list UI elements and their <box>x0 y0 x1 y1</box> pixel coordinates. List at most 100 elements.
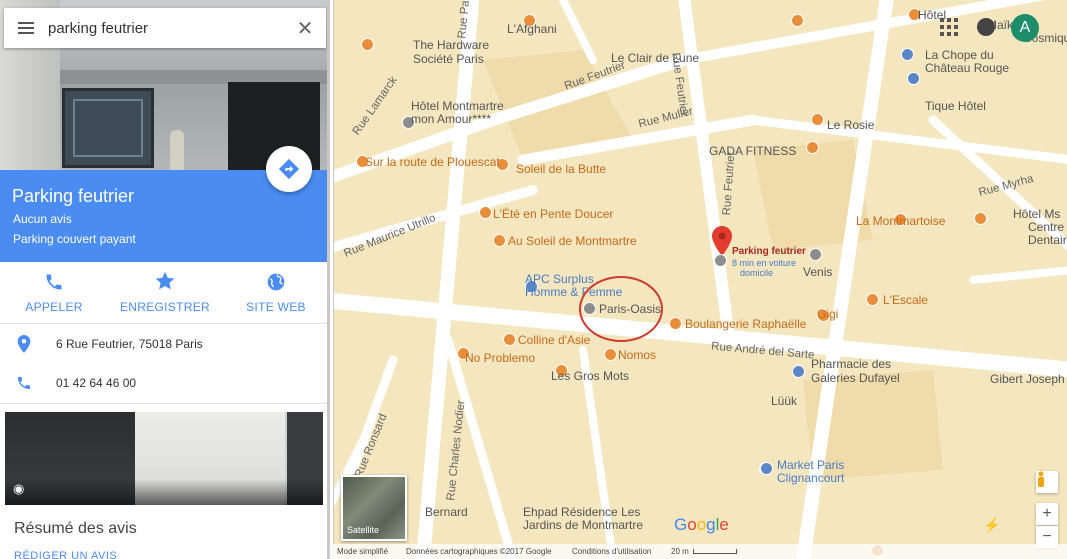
address-text: 6 Rue Feutrier, 75018 Paris <box>56 337 203 351</box>
map-label[interactable]: Galeries Dufayel <box>811 371 900 385</box>
poi-marker[interactable] <box>907 72 920 85</box>
poi-marker[interactable] <box>974 212 987 225</box>
poi-marker[interactable] <box>479 206 492 219</box>
map-label[interactable]: Nomos <box>618 348 656 362</box>
satellite-toggle[interactable]: Satellite <box>341 475 407 541</box>
location-pin-icon <box>712 226 732 256</box>
map-label[interactable]: GADA FITNESS <box>709 144 796 158</box>
scale-bar <box>693 549 737 554</box>
apps-grid-button[interactable] <box>940 18 958 36</box>
highlight-circle <box>579 276 663 342</box>
poi-marker[interactable] <box>866 293 879 306</box>
pin-title: Parking feutrier <box>732 246 806 257</box>
poi-marker[interactable] <box>901 48 914 61</box>
map-label[interactable]: Château Rouge <box>925 61 1009 75</box>
menu-icon <box>18 27 34 29</box>
street-view-pegman[interactable] <box>1036 471 1058 493</box>
save-button[interactable]: ENREGISTRER <box>120 262 210 324</box>
map-label[interactable]: Gigi <box>817 307 838 321</box>
poi-marker[interactable] <box>361 38 374 51</box>
map-label[interactable]: L'Escale <box>883 293 928 307</box>
map-label[interactable]: Société Paris <box>413 52 484 66</box>
poi-marker[interactable] <box>806 141 819 154</box>
poi-marker[interactable] <box>760 462 773 475</box>
photo-person <box>170 130 184 170</box>
poi-marker[interactable] <box>791 14 804 27</box>
poi-marker[interactable] <box>811 113 824 126</box>
map-label[interactable]: Colline d'Asie <box>518 333 590 347</box>
map-label[interactable]: APC Surplus <box>525 272 594 286</box>
place-category[interactable]: Parking couvert payant <box>13 232 136 246</box>
map-label[interactable]: Market Paris <box>777 458 844 472</box>
poi-marker[interactable] <box>809 248 822 261</box>
map-label[interactable]: Ehpad Résidence Les <box>523 505 640 519</box>
map-footer: Mode simplifié Données cartographiques ©… <box>333 544 1067 559</box>
street-view-photo[interactable]: ◉ <box>5 412 323 505</box>
globe-icon <box>267 273 285 291</box>
poi-marker[interactable] <box>503 333 516 346</box>
write-review-link[interactable]: RÉDIGER UN AVIS <box>14 550 117 559</box>
scale-label[interactable]: 20 m <box>671 547 689 556</box>
poi-marker[interactable] <box>669 317 682 330</box>
map-label[interactable]: Sur la route de Plouescat <box>365 155 500 169</box>
satellite-label: Satellite <box>347 525 380 535</box>
map-label[interactable]: Au Soleil de Montmartre <box>508 234 637 248</box>
map-canvas[interactable]: The Hardware Société Paris L'Afghani Le … <box>333 0 1067 559</box>
simple-mode-link[interactable]: Mode simplifié <box>337 547 388 556</box>
street-view-icon: ◉ <box>13 481 25 496</box>
map-label[interactable]: Bernard <box>425 505 468 519</box>
poi-marker[interactable] <box>493 234 506 247</box>
poi-marker[interactable] <box>604 348 617 361</box>
map-label[interactable]: Centre <box>1028 220 1064 234</box>
map-label[interactable]: L'Été en Pente Doucer <box>493 207 613 221</box>
map-label[interactable]: Hôtel Montmartre <box>411 99 504 113</box>
phone-icon <box>18 377 30 389</box>
place-panel: ✕ Parking feutrier Aucun avis Parking co… <box>0 0 330 559</box>
photo-door <box>62 88 154 168</box>
map-label[interactable]: Hôtel Ms <box>1013 207 1060 221</box>
save-label: ENREGISTRER <box>120 300 210 314</box>
account-bar: A <box>927 8 1067 48</box>
clear-search-button[interactable]: ✕ <box>288 8 322 48</box>
zoom-in-button[interactable]: + <box>1036 503 1058 525</box>
address-row[interactable]: 6 Rue Feutrier, 75018 Paris <box>0 324 327 364</box>
call-button[interactable]: APPELER <box>14 262 94 324</box>
pegman-icon <box>1038 471 1044 487</box>
map-label[interactable]: Les Gros Mots <box>551 369 629 383</box>
review-count[interactable]: Aucun avis <box>13 212 72 226</box>
phone-row[interactable]: 01 42 64 46 00 <box>0 363 327 403</box>
lightning-icon[interactable]: ⚡ <box>983 517 1000 534</box>
directions-button[interactable] <box>266 146 312 192</box>
parking-icon <box>714 254 727 267</box>
map-label[interactable]: mon Amour**** <box>411 112 491 126</box>
map-label[interactable]: L'Afghani <box>507 22 557 36</box>
map-label[interactable]: Jardins de Montmartre <box>523 518 643 532</box>
map-label[interactable]: Le Rosie <box>827 118 874 132</box>
map-label[interactable]: Lüük <box>771 394 797 408</box>
menu-button[interactable] <box>4 8 48 48</box>
map-label[interactable]: The Hardware <box>413 38 489 52</box>
map-label[interactable]: Soleil de la Butte <box>516 162 606 176</box>
terms-link[interactable]: Conditions d'utilisation <box>572 547 651 556</box>
website-button[interactable]: SITE WEB <box>238 262 314 324</box>
poi-marker[interactable] <box>792 365 805 378</box>
map-label[interactable]: Dentaire <box>1028 233 1067 247</box>
search-input[interactable] <box>48 9 288 47</box>
avatar[interactable]: A <box>1011 14 1039 42</box>
map-label[interactable]: La Chope du <box>925 48 994 62</box>
map-label[interactable]: Pharmacie des <box>811 357 891 371</box>
map-label[interactable]: No Problemo <box>465 351 535 365</box>
divider <box>0 403 327 404</box>
map-label[interactable]: La Montmartoise <box>856 214 945 228</box>
search-box: ✕ <box>4 8 326 48</box>
map-label[interactable]: Venis <box>803 265 832 279</box>
notifications-button[interactable] <box>977 18 995 36</box>
map-label[interactable]: Tique Hôtel <box>925 99 986 113</box>
map-label[interactable]: Gibert Joseph <box>990 372 1065 386</box>
call-label: APPELER <box>25 300 83 314</box>
photo-shade <box>5 479 323 505</box>
phone-icon <box>46 274 62 290</box>
map-label[interactable]: Clignancourt <box>777 471 844 485</box>
map-label[interactable]: Boulangerie Raphaëlle <box>685 317 806 331</box>
place-title: Parking feutrier <box>12 186 135 206</box>
